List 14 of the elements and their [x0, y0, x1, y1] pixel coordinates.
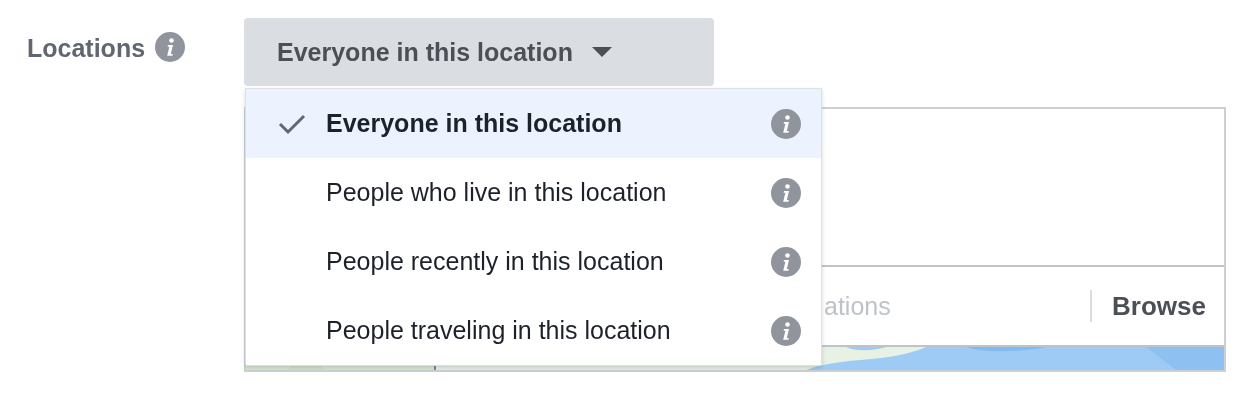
info-icon[interactable]	[771, 315, 801, 346]
info-icon[interactable]	[771, 246, 801, 277]
menu-item[interactable]: People recently in this location	[246, 227, 821, 296]
info-icon[interactable]	[771, 108, 801, 139]
dropdown-button[interactable]: Everyone in this location	[244, 18, 714, 86]
menu-item[interactable]: People who live in this location	[246, 158, 821, 227]
field-label: Locations	[27, 33, 146, 64]
info-icon[interactable]	[771, 177, 801, 208]
info-icon[interactable]	[155, 32, 186, 62]
menu-item[interactable]: People traveling in this location	[246, 296, 821, 365]
caret-icon	[590, 46, 613, 58]
check-icon	[278, 112, 306, 135]
menu-item[interactable]: Everyone in this location	[246, 89, 821, 158]
browse-button[interactable]: Browse	[1092, 290, 1224, 322]
